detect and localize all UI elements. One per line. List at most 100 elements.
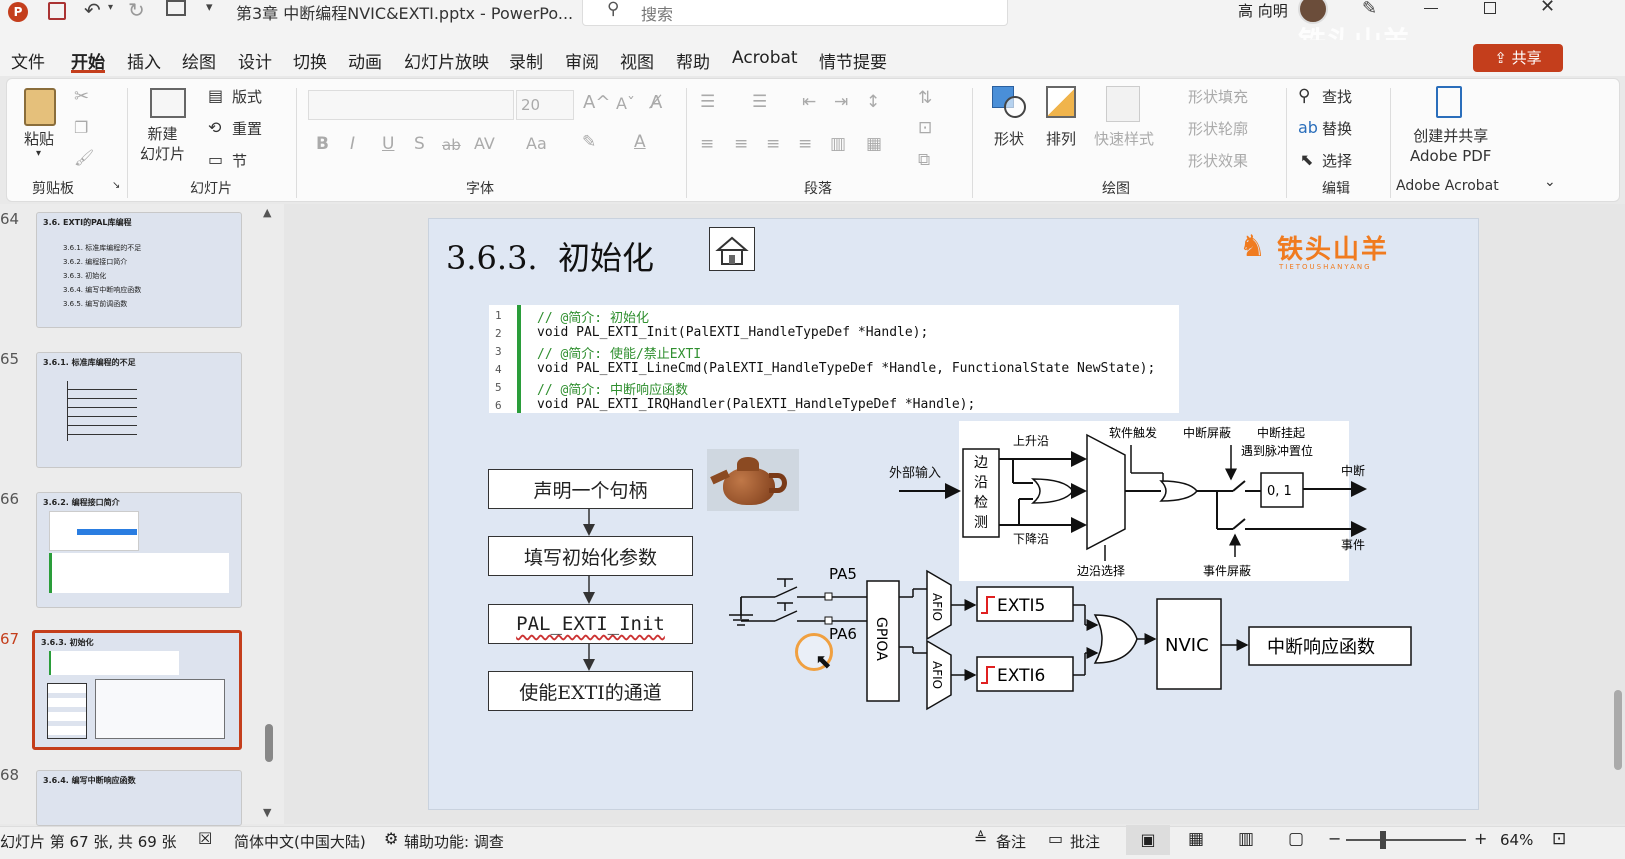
create-pdf-icon[interactable] [1436,86,1462,118]
underline-button[interactable]: U [382,134,394,154]
zoom-level[interactable]: 64% [1500,831,1533,849]
spelling-icon[interactable]: ☒ [198,829,212,848]
canvas-scrollbar[interactable] [1614,690,1622,770]
select-button[interactable]: 选择 [1322,150,1352,171]
close-icon[interactable]: ✕ [1540,0,1555,17]
search-box[interactable]: ⚲ 搜索 [582,0,1008,26]
distributed-icon[interactable]: ▥ [830,134,846,154]
text-direction-icon[interactable]: ⇅ [918,88,932,108]
tab-review[interactable]: 审阅 [565,48,599,73]
numbering-icon[interactable]: ☰ [752,92,767,112]
shape-fill-button[interactable]: 形状填充 [1188,86,1248,107]
new-slide-button[interactable]: 新建 幻灯片 [140,124,185,164]
paste-button[interactable]: 粘贴 [24,128,54,149]
present-icon[interactable] [166,0,186,16]
tab-storyboard[interactable]: 情节提要 [819,48,887,73]
tab-insert[interactable]: 插入 [127,48,161,73]
shape-effects-button[interactable]: 形状效果 [1188,150,1248,171]
comments-button[interactable]: 批注 [1070,831,1100,852]
quick-styles-icon[interactable] [1106,86,1140,122]
language-indicator[interactable]: 简体中文(中国大陆) [234,831,366,852]
tab-view[interactable]: 视图 [620,48,654,73]
flow-step[interactable]: 声明一个句柄 [488,469,693,509]
create-pdf-button[interactable]: 创建并共享 Adobe PDF [1410,126,1491,166]
section-button[interactable]: 节 [232,150,247,171]
replace-button[interactable]: 替换 [1322,118,1352,139]
user-name[interactable]: 高 向明 [1238,0,1288,21]
minimize-icon[interactable] [1424,8,1438,9]
reset-button[interactable]: 重置 [232,118,262,139]
restore-icon[interactable] [1484,2,1496,14]
clear-format-icon[interactable]: A̸ [650,92,662,113]
flow-step[interactable]: 使能EXTI的通道 [488,671,693,711]
change-case-button[interactable]: Aa [526,134,547,153]
redo-icon[interactable]: ↻ [128,0,145,22]
home-button[interactable] [709,227,755,271]
decrease-indent-icon[interactable]: ⇤ [802,92,816,112]
bullets-icon[interactable]: ☰ [700,92,715,112]
thumbnail-scroll-down-icon[interactable]: ▼ [263,806,271,819]
strikethrough-button[interactable]: ab [442,136,461,154]
align-right-icon[interactable]: ≡ [766,134,780,154]
paste-icon[interactable] [24,88,56,126]
arrange-button[interactable]: 排列 [1046,128,1076,149]
zoom-in-icon[interactable]: + [1474,829,1487,848]
increase-indent-icon[interactable]: ⇥ [834,92,848,112]
shrink-font-icon[interactable]: Aˇ [616,94,635,113]
slide-thumbnail[interactable]: 3.6. EXTI的PAL库编程 3.6.1. 标准库编程的不足 3.6.2. … [36,212,242,328]
share-button[interactable]: ⇪ 共享 [1473,44,1563,72]
copy-icon[interactable]: ❐ [74,118,88,137]
slide-thumbnail[interactable]: 3.6.1. 标准库编程的不足 [36,352,242,468]
cut-icon[interactable]: ✂ [74,86,89,107]
highlight-icon[interactable]: ✎ [582,132,596,152]
slide-thumbnail-selected[interactable]: 3.6.3. 初始化 [32,630,242,750]
tab-file[interactable]: 文件 [11,48,45,73]
reading-view-icon[interactable]: ▥ [1238,829,1254,849]
tab-draw[interactable]: 绘图 [182,48,216,73]
thumbnail-scroll-up-icon[interactable]: ▲ [263,206,271,219]
slide-title[interactable]: 3.6.3. 初始化 [446,233,654,279]
font-size-combo[interactable]: 20 [516,90,574,120]
font-color-icon[interactable]: A [634,132,646,152]
smartart-icon[interactable]: ⧉ [918,150,930,170]
slideshow-icon[interactable]: ▢ [1288,829,1304,849]
tab-animations[interactable]: 动画 [348,48,382,73]
undo-icon[interactable]: ↶ [84,0,101,22]
undo-dropdown-icon[interactable]: ▾ [108,2,113,13]
slide-thumbnail[interactable]: 3.6.4. 编写中断响应函数 [36,770,242,826]
zoom-slider-track[interactable] [1346,839,1466,841]
tab-help[interactable]: 帮助 [676,48,710,73]
tab-slideshow[interactable]: 幻灯片放映 [404,48,489,73]
new-slide-icon[interactable] [150,88,186,118]
slide-thumbnail[interactable]: 3.6.2. 编程接口简介 [36,492,242,608]
customize-qat-icon[interactable]: ▾ [206,0,213,15]
find-button[interactable]: 查找 [1322,86,1352,107]
accessibility-indicator[interactable]: 辅助功能: 调查 [404,831,504,852]
fit-slide-icon[interactable]: ⊡ [1552,829,1566,849]
zoom-slider-thumb[interactable] [1380,831,1386,849]
shadow-button[interactable]: S [414,134,425,154]
align-center-icon[interactable]: ≡ [734,134,748,154]
columns-icon[interactable]: ▦ [866,134,882,154]
layout-button[interactable]: 版式 [232,86,262,107]
font-name-combo[interactable] [308,90,514,120]
notes-button[interactable]: 备注 [996,831,1026,852]
quick-styles-button[interactable]: 快速样式 [1094,128,1154,149]
tab-transitions[interactable]: 切换 [293,48,327,73]
normal-view-icon[interactable]: ▣ [1126,825,1170,855]
tab-acrobat[interactable]: Acrobat [732,48,798,68]
format-painter-icon[interactable]: 🖌 [74,148,94,167]
tab-design[interactable]: 设计 [238,48,272,73]
save-icon[interactable] [48,2,66,20]
tab-record[interactable]: 录制 [509,48,543,73]
justify-icon[interactable]: ≡ [798,134,812,154]
arrange-icon[interactable] [1046,86,1076,118]
pen-icon[interactable]: ✎ [1362,0,1377,19]
char-spacing-button[interactable]: AV [474,134,495,153]
slide[interactable]: 3.6.3. 初始化 ♞ 铁头山羊 TIETOUSHANYANG 1 // @简介… [428,218,1479,810]
align-text-icon[interactable]: ⊡ [918,118,932,138]
paste-dropdown-icon[interactable]: ▾ [36,148,41,159]
code-block[interactable]: 1 // @简介: 初始化 2 void PAL_EXTI_Init(PalEXTI_… [489,305,1179,413]
grow-font-icon[interactable]: A^ [583,92,610,113]
bold-button[interactable]: B [316,134,329,154]
